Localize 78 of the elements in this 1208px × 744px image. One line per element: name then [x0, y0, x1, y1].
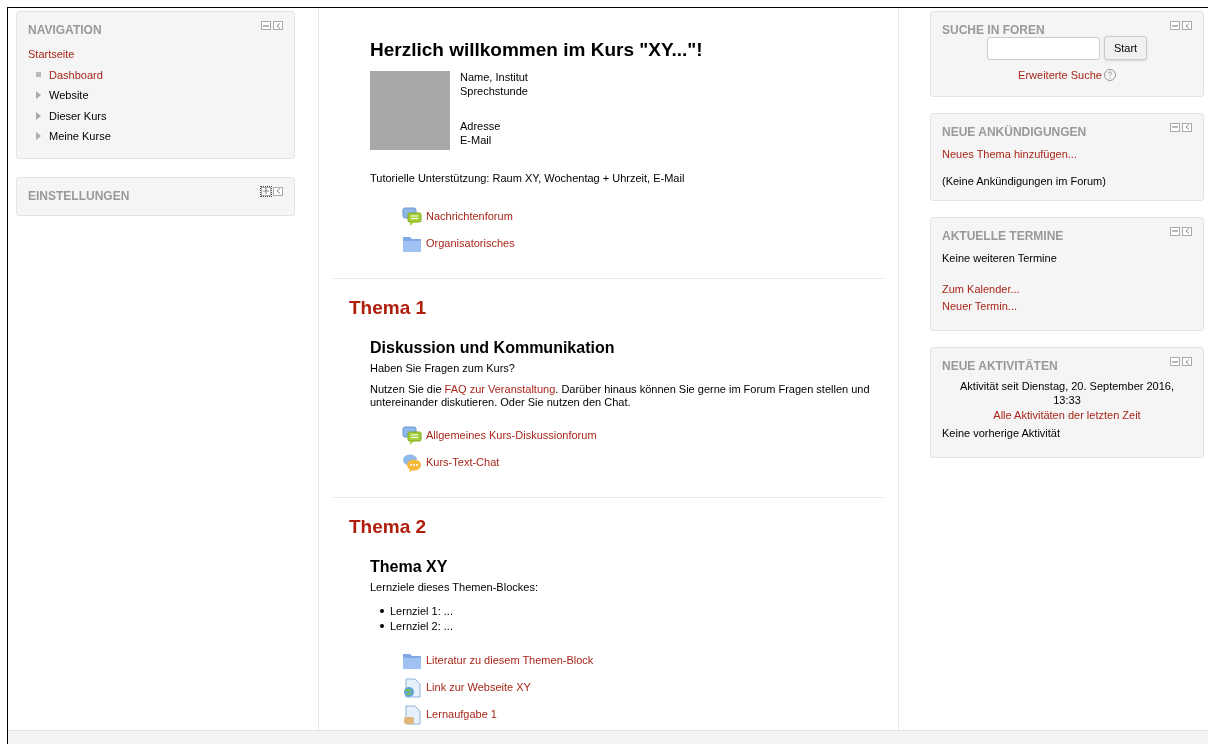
dock-button[interactable]: [1182, 21, 1192, 30]
block-title: NEUE AKTIVITÄTEN: [942, 358, 1058, 375]
support-text: Tutorielle Unterstützung: Raum XY, Wochentag + Uhrzeit, E-Mail: [370, 171, 686, 186]
section-heading: Thema 1: [348, 296, 428, 319]
paragraph-text: Haben Sie Fragen zum Kurs?: [370, 361, 516, 375]
contact-text: Name, Institut: [460, 71, 528, 85]
contact-text: Sprechstunde: [460, 84, 528, 98]
minus-icon: [1172, 228, 1178, 234]
activity-link[interactable]: Allgemeines Kurs-Diskussionforum: [426, 427, 597, 444]
contact-text: E-Mail: [460, 133, 493, 147]
info-text: Aktivität seit Dienstag, 20. September 2016, 13:33: [959, 379, 1175, 407]
dock-button[interactable]: [1182, 226, 1192, 236]
bullet-icon: [33, 72, 43, 78]
plus-icon: [263, 188, 269, 194]
triangle-icon: [33, 132, 43, 141]
list-item-text: Lernziel 2: ...: [390, 618, 453, 634]
minus-icon: [263, 22, 269, 29]
collapse-button[interactable]: [1170, 357, 1180, 366]
home-link[interactable]: Startseite: [28, 46, 283, 63]
chevron-left-icon: [1184, 22, 1190, 29]
paragraph-text: Lernziele dieses Themen-Blockes:: [370, 580, 539, 594]
minus-icon: [1172, 22, 1178, 29]
recent-activity-link[interactable]: Alle Aktivitäten der letzten Zeit: [993, 409, 1141, 421]
event-link[interactable]: Neuer Termin...: [942, 297, 1017, 314]
chevron-left-icon: [1184, 358, 1190, 365]
advanced-search-link[interactable]: Erweiterte Suche: [1018, 67, 1102, 84]
activity-link[interactable]: Kurs-Text-Chat: [426, 454, 500, 471]
chevron-left-icon: [275, 22, 281, 29]
minus-icon: [1172, 358, 1178, 365]
triangle-icon: [33, 111, 43, 120]
nav-item[interactable]: Dashboard: [49, 66, 103, 83]
section-subheading: Diskussion und Kommunikation: [370, 337, 616, 357]
bullet-icon: [380, 609, 384, 613]
expand-button[interactable]: [261, 186, 271, 196]
block-title: SUCHE IN FOREN: [942, 22, 1045, 39]
list-item-text: Lernziel 1: ...: [390, 603, 453, 619]
info-text: (Keine Ankündigungen im Forum): [942, 174, 1107, 189]
triangle-icon: [33, 91, 43, 100]
nav-item[interactable]: Meine Kurse: [49, 128, 111, 145]
activity-link[interactable]: Lernaufgabe 1: [426, 706, 497, 723]
section-subheading: Thema XY: [370, 556, 449, 576]
start-button[interactable]: Start: [1103, 36, 1148, 60]
collapse-button[interactable]: [261, 21, 271, 30]
page-heading: Herzlich willkommen im Kurs "XY..."!: [370, 39, 704, 61]
paragraph-text: Nutzen Sie die FAQ zur Veranstaltung. Darüber hinaus können Sie gerne im Forum Fragen stellen und untereinander diskutieren. Oder Sie nutzen den Chat.: [370, 382, 871, 409]
forum-icon: [402, 206, 422, 227]
block-title: NEUE ANKÜNDIGUNGEN: [942, 123, 1087, 141]
collapse-button[interactable]: [1170, 122, 1180, 132]
collapse-button[interactable]: [1170, 226, 1180, 236]
nav-item[interactable]: Dieser Kurs: [49, 107, 107, 124]
contact-text: Adresse: [460, 120, 502, 134]
bullet-icon: [380, 624, 384, 628]
forum-icon: [402, 425, 422, 446]
activity-link[interactable]: Link zur Webseite XY: [426, 679, 531, 696]
chevron-left-icon: [1184, 124, 1190, 130]
activity-link[interactable]: Literatur zu diesem Themen-Block: [426, 652, 594, 669]
chevron-left-icon: [1184, 228, 1190, 234]
block-title: AKTUELLE TERMINE: [942, 227, 1064, 245]
search-field[interactable]: [986, 36, 1100, 60]
dock-button[interactable]: [273, 21, 283, 30]
info-text: Keine weiteren Termine: [942, 250, 1058, 266]
document-icon: [402, 704, 422, 725]
nav-item[interactable]: Website: [49, 87, 89, 104]
collapse-button[interactable]: [1170, 21, 1180, 30]
activity-link[interactable]: Organisatorisches: [426, 235, 515, 252]
globe-document-icon: [402, 677, 422, 698]
chat-icon: [402, 452, 422, 473]
minus-icon: [1172, 124, 1178, 130]
section-heading: Thema 2: [348, 515, 428, 538]
add-topic-link[interactable]: Neues Thema hinzufügen...: [942, 145, 1192, 162]
block-title: EINSTELLUNGEN: [28, 187, 130, 205]
activity-link[interactable]: Nachrichtenforum: [426, 208, 513, 225]
event-link[interactable]: Zum Kalender...: [942, 281, 1020, 298]
dock-button[interactable]: [1182, 122, 1192, 132]
dock-button[interactable]: [1182, 357, 1192, 366]
info-text: Keine vorherige Aktivität: [942, 425, 1061, 441]
block-title: NAVIGATION: [28, 22, 102, 39]
chevron-left-icon: [275, 188, 281, 194]
